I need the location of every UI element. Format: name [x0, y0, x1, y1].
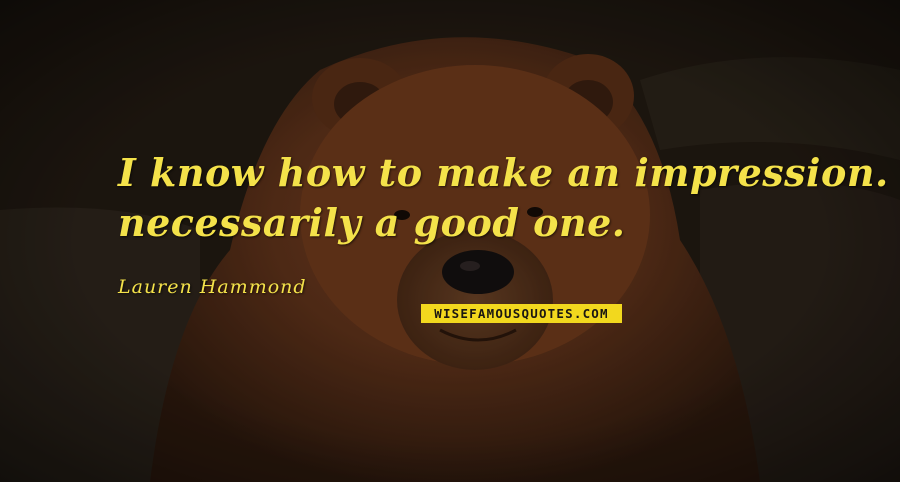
watermark-logo: WISEFAMOUSQUOTES.COM — [421, 304, 622, 323]
quote-image: I know how to make an impression. Not ne… — [0, 0, 900, 482]
quote-text: I know how to make an impression. Not ne… — [118, 148, 900, 248]
quote-line-2: necessarily a good one. — [118, 200, 626, 245]
quote-line-1: I know how to make an impression. Not — [118, 150, 900, 195]
quote-author: Lauren Hammond — [118, 276, 307, 298]
